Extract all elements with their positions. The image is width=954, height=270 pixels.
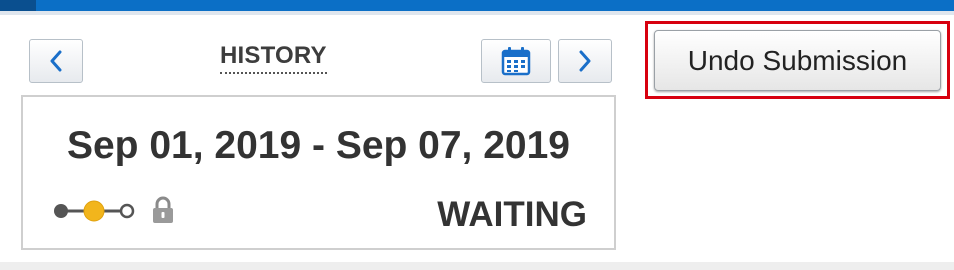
status-label: WAITING bbox=[437, 195, 587, 234]
history-link[interactable]: HISTORY bbox=[220, 42, 327, 74]
next-period-button[interactable] bbox=[558, 39, 612, 83]
top-banner bbox=[0, 0, 954, 11]
progress-steps-icon bbox=[54, 200, 135, 222]
top-banner-tab bbox=[0, 0, 36, 11]
chevron-left-icon bbox=[50, 50, 62, 72]
calendar-icon bbox=[501, 47, 531, 76]
calendar-button[interactable] bbox=[481, 39, 551, 83]
undo-submission-button[interactable]: Undo Submission bbox=[654, 30, 941, 91]
banner-shadow bbox=[0, 11, 954, 15]
date-range: Sep 01, 2019 - Sep 07, 2019 bbox=[66, 124, 570, 167]
timesheet-period-card[interactable]: Sep 01, 2019 - Sep 07, 2019 WAITING bbox=[21, 95, 616, 250]
chevron-right-icon bbox=[579, 50, 591, 72]
previous-period-button[interactable] bbox=[29, 39, 83, 83]
bottom-divider bbox=[0, 262, 954, 270]
lock-icon bbox=[153, 196, 173, 223]
